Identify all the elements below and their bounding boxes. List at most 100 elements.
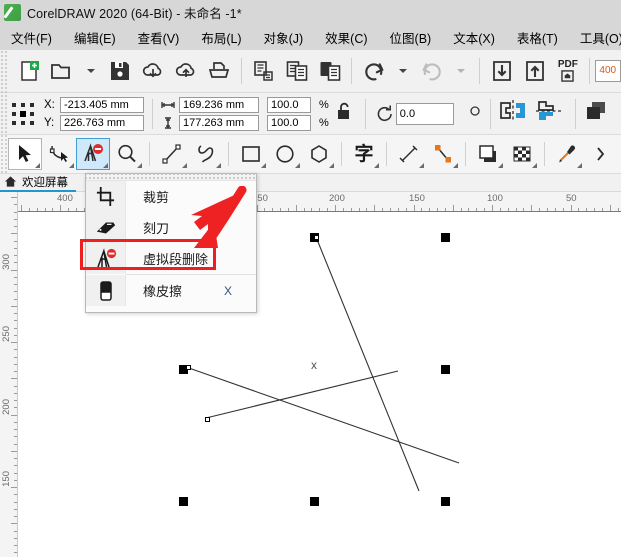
standard-toolbar: PDF 400 <box>0 50 621 93</box>
undo-button[interactable] <box>357 54 390 88</box>
object-size-fields: 169.236 mm 177.263 mm <box>161 96 259 131</box>
print-button[interactable] <box>203 54 236 88</box>
open-document-button[interactable] <box>45 54 78 88</box>
tab-welcome-screen[interactable]: 欢迎屏幕 <box>0 173 76 192</box>
crop-icon <box>86 181 126 212</box>
width-input[interactable]: 169.236 mm <box>179 96 259 113</box>
tool-transparency[interactable] <box>505 138 539 170</box>
new-document-button[interactable] <box>12 54 45 88</box>
ruler-tick <box>14 211 17 213</box>
x-position-input[interactable]: -213.405 mm <box>60 96 144 113</box>
open-dropdown-button[interactable] <box>78 54 103 88</box>
line-1[interactable] <box>315 236 420 492</box>
selection-handle[interactable] <box>179 497 188 506</box>
menu-object[interactable]: 对象(J) <box>253 26 315 49</box>
copy-button[interactable] <box>280 54 313 88</box>
chevron-down-icon <box>399 69 408 73</box>
selection-handle[interactable] <box>441 497 450 506</box>
tool-artistic-media[interactable] <box>189 138 223 170</box>
toolbar-drag-handle[interactable] <box>0 50 8 175</box>
lock-ratio-button[interactable] <box>335 101 353 126</box>
ruler-tick <box>28 208 30 211</box>
scale-y-input[interactable]: 100.0 <box>267 114 311 131</box>
ruler-tick <box>374 205 376 211</box>
ruler-tick <box>460 208 462 211</box>
undo-dropdown-button[interactable] <box>390 54 415 88</box>
cut-button[interactable] <box>247 54 280 88</box>
publish-pdf-button[interactable]: PDF <box>551 54 584 88</box>
menu-file[interactable]: 文件(F) <box>0 26 63 49</box>
ruler-tick <box>319 208 321 211</box>
tool-text[interactable]: 字 <box>347 138 381 170</box>
curve-node[interactable] <box>186 365 191 370</box>
ruler-tick <box>358 208 360 211</box>
selection-handle[interactable] <box>310 497 319 506</box>
outline-layers-button[interactable] <box>584 99 610 128</box>
paste-button[interactable] <box>313 54 346 88</box>
line-2[interactable] <box>185 366 460 464</box>
ruler-tick <box>444 208 446 211</box>
mirror-horizontal-button[interactable] <box>499 99 527 128</box>
tool-color-eyedropper[interactable] <box>550 138 584 170</box>
scale-x-input[interactable]: 100.0 <box>267 96 311 113</box>
cloud-download-button[interactable] <box>137 54 170 88</box>
ruler-tick <box>342 208 344 211</box>
menu-layout[interactable]: 布局(L) <box>190 26 252 49</box>
menu-bitmap[interactable]: 位图(B) <box>379 26 443 49</box>
menu-table[interactable]: 表格(T) <box>506 26 569 49</box>
tool-more[interactable] <box>584 138 618 170</box>
flyout-item-knife[interactable]: 刻刀 <box>86 212 256 243</box>
menu-effects[interactable]: 效果(C) <box>314 26 378 49</box>
cloud-upload-button[interactable] <box>170 54 203 88</box>
tool-pick[interactable] <box>8 138 42 170</box>
tool-drop-shadow[interactable] <box>471 138 505 170</box>
tool-ellipse[interactable] <box>268 138 302 170</box>
ruler-tick <box>11 414 17 416</box>
redo-dropdown-button[interactable] <box>449 54 474 88</box>
flyout-drag-gripper[interactable] <box>86 174 256 181</box>
menu-edit[interactable]: 编辑(E) <box>63 26 127 49</box>
hruler-label: 200 <box>329 193 345 204</box>
line-3[interactable] <box>205 370 399 419</box>
curve-node[interactable] <box>205 417 210 422</box>
tool-virtual-segment-delete[interactable] <box>76 138 110 170</box>
curve-node[interactable] <box>314 235 319 240</box>
ruler-tick <box>287 208 289 211</box>
tool-shape[interactable] <box>42 138 76 170</box>
toolbox-toolbar: 字 <box>0 135 621 174</box>
y-position-input[interactable]: 226.763 mm <box>60 114 144 131</box>
tool-rectangle[interactable] <box>234 138 268 170</box>
ruler-tick <box>11 269 17 271</box>
mirror-vertical-button[interactable] <box>535 99 563 128</box>
tool-zoom[interactable] <box>110 138 144 170</box>
flyout-item-eraser[interactable]: 橡皮擦 X <box>86 275 256 306</box>
save-button[interactable] <box>104 54 137 88</box>
shape-node-edit-icon <box>49 145 68 162</box>
menu-view[interactable]: 查看(V) <box>127 26 191 49</box>
height-input[interactable]: 177.263 mm <box>179 114 259 131</box>
vruler-label: 150 <box>1 471 12 487</box>
flyout-item-crop[interactable]: 裁剪 <box>86 181 256 212</box>
tool-freehand[interactable] <box>155 138 189 170</box>
menu-tools[interactable]: 工具(O) <box>569 26 621 49</box>
menu-text[interactable]: 文本(X) <box>442 26 506 49</box>
tool-dimension[interactable] <box>392 138 426 170</box>
ruler-tick <box>14 371 17 372</box>
selection-handle[interactable] <box>441 233 450 242</box>
flyout-arrow-icon <box>577 163 582 168</box>
flyout-item-virtual-segment-delete[interactable]: 虚拟段删除 <box>86 243 256 274</box>
import-button[interactable] <box>485 54 518 88</box>
tool-connector[interactable] <box>426 138 460 170</box>
polygon-icon <box>311 145 327 163</box>
redo-button[interactable] <box>416 54 449 88</box>
flyout-arrow-icon <box>329 163 334 168</box>
selection-center-marker: x <box>311 358 317 372</box>
scale-x-percent-label: % <box>319 98 329 111</box>
export-button[interactable] <box>518 54 551 88</box>
vertical-ruler[interactable]: 300 250 200 150 <box>0 192 18 557</box>
zoom-level-input[interactable]: 400 <box>595 60 621 82</box>
selection-handle[interactable] <box>441 365 450 374</box>
ruler-tick <box>14 508 17 510</box>
tool-polygon[interactable] <box>302 138 336 170</box>
rotation-angle-input[interactable]: 0.0 <box>395 102 454 125</box>
